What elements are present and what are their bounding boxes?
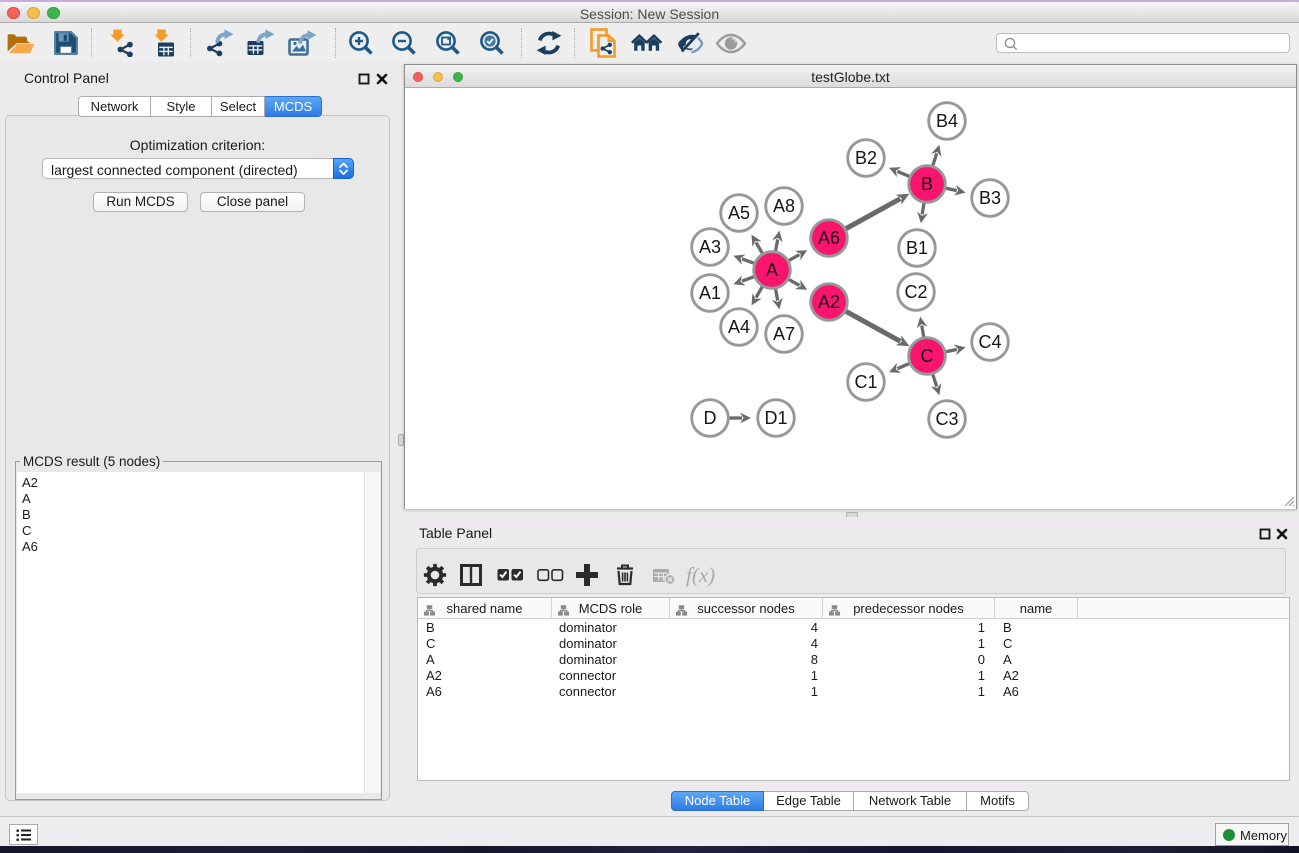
svg-text:A5: A5 (728, 203, 750, 223)
svg-text:A1: A1 (699, 283, 721, 303)
svg-text:C1: C1 (854, 372, 877, 392)
svg-text:D1: D1 (764, 408, 787, 428)
svg-text:B: B (921, 174, 933, 194)
svg-text:A8: A8 (773, 196, 795, 216)
svg-text:C2: C2 (904, 282, 927, 302)
svg-text:B4: B4 (936, 111, 958, 131)
svg-text:C3: C3 (935, 409, 958, 429)
svg-text:A2: A2 (818, 292, 840, 312)
svg-text:A3: A3 (699, 237, 721, 257)
svg-text:B1: B1 (906, 238, 928, 258)
svg-text:A7: A7 (773, 324, 795, 344)
svg-text:A6: A6 (818, 228, 840, 248)
svg-text:A: A (766, 260, 778, 280)
svg-text:A4: A4 (728, 317, 750, 337)
svg-text:C: C (921, 346, 934, 366)
svg-text:B2: B2 (855, 148, 877, 168)
svg-text:B3: B3 (979, 188, 1001, 208)
svg-text:C4: C4 (978, 332, 1001, 352)
svg-text:D: D (704, 408, 717, 428)
